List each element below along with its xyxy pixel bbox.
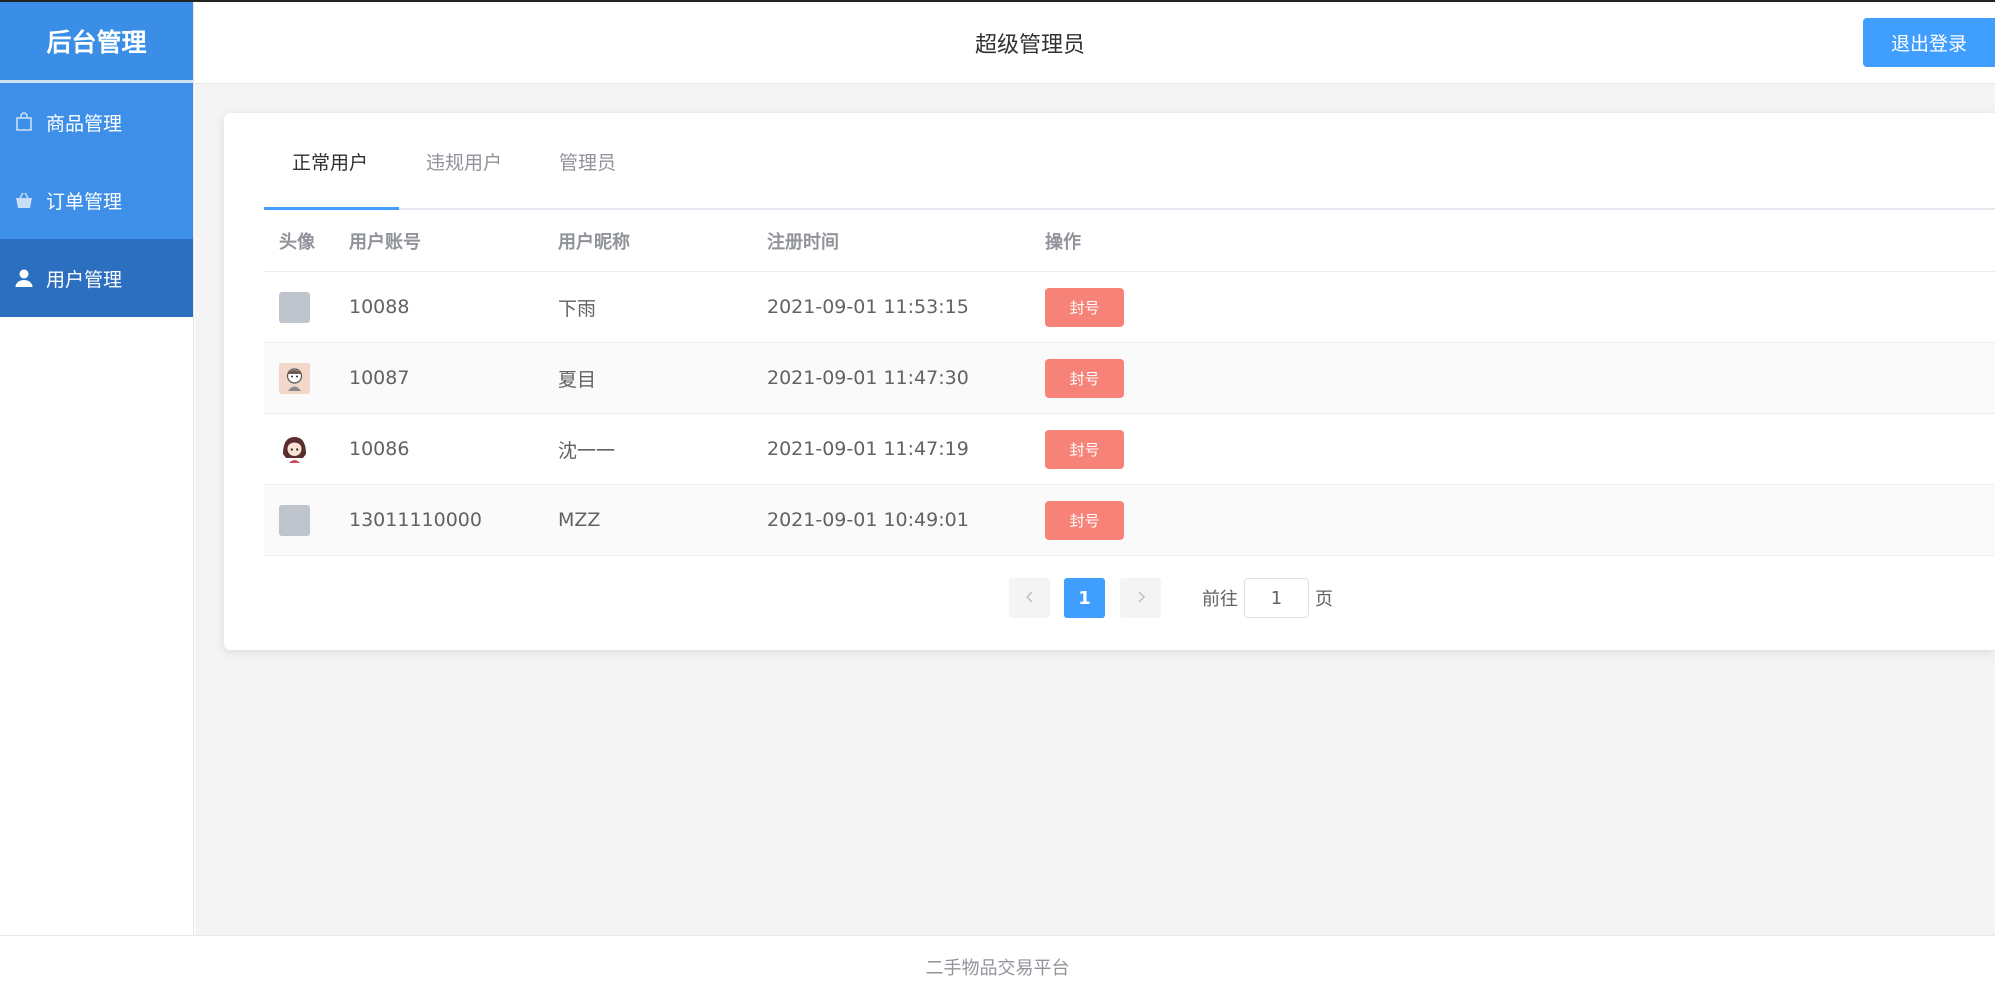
- user-table: 头像 用户账号 用户昵称 注册时间 操作 10088 下雨 2021-09-01…: [264, 210, 1995, 556]
- column-header: 头像: [279, 231, 315, 253]
- main-content: 正常用户 违规用户 管理员 头像 用户账号 用户昵称 注册时间 操作 10088…: [195, 84, 1995, 935]
- user-nickname: 下雨: [558, 297, 597, 320]
- pagination: 1 前往 页: [224, 578, 1995, 618]
- sidebar-item-label: 用户管理: [46, 268, 123, 291]
- user-account: 10088: [349, 296, 410, 318]
- page-title: 超级管理员: [974, 33, 1085, 58]
- sidebar-item-orders[interactable]: 订单管理: [0, 161, 193, 239]
- register-time: 2021-09-01 10:49:01: [767, 509, 969, 531]
- basket-icon: [13, 189, 35, 211]
- user-account: 10087: [349, 367, 410, 389]
- ban-button[interactable]: 封号: [1045, 429, 1124, 469]
- user-icon: [13, 267, 35, 289]
- register-time: 2021-09-01 11:47:19: [767, 438, 969, 460]
- user-nickname: 沈一一: [558, 439, 616, 462]
- tab-admins[interactable]: 管理员: [559, 113, 616, 210]
- ban-button[interactable]: 封号: [1045, 500, 1124, 540]
- user-account: 10086: [349, 438, 410, 460]
- column-header: 用户账号: [349, 231, 421, 253]
- tab-banned-users[interactable]: 违规用户: [426, 113, 502, 210]
- sidebar: 后台管理 商品管理 订单管理 用户管理: [0, 2, 194, 935]
- table-row: 10088 下雨 2021-09-01 11:53:15 封号: [264, 272, 1995, 343]
- ban-button[interactable]: 封号: [1045, 287, 1124, 327]
- table-header: 头像 用户账号 用户昵称 注册时间 操作: [264, 210, 1995, 272]
- sidebar-item-goods[interactable]: 商品管理: [0, 83, 193, 161]
- cartoon-avatar: [279, 362, 310, 394]
- register-time: 2021-09-01 11:53:15: [767, 296, 969, 318]
- user-nickname: 夏目: [558, 368, 597, 391]
- user-account: 13011110000: [349, 509, 482, 531]
- table-row: 13011110000 MZZ 2021-09-01 10:49:01 封号: [264, 485, 1995, 556]
- sidebar-item-label: 商品管理: [46, 112, 123, 135]
- goto-suffix-label: 页: [1315, 589, 1333, 610]
- default-avatar: [279, 504, 310, 536]
- column-header: 注册时间: [767, 231, 839, 253]
- footer-text: 二手物品交易平台: [925, 958, 1070, 979]
- shopping-bag-icon: [13, 111, 35, 133]
- user-card: 正常用户 违规用户 管理员 头像 用户账号 用户昵称 注册时间 操作 10088…: [224, 113, 1995, 650]
- header: 超级管理员 退出登录: [195, 2, 1995, 84]
- register-time: 2021-09-01 11:47:30: [767, 367, 969, 389]
- goto-prefix-label: 前往: [1202, 589, 1238, 610]
- table-row: 10086 沈一一 2021-09-01 11:47:19 封号: [264, 414, 1995, 485]
- next-page-button[interactable]: [1120, 578, 1161, 618]
- sidebar-item-users[interactable]: 用户管理: [0, 239, 193, 317]
- column-header: 操作: [1045, 231, 1081, 253]
- default-avatar: [279, 291, 310, 323]
- column-header: 用户昵称: [558, 231, 630, 253]
- logout-button[interactable]: 退出登录: [1863, 18, 1995, 67]
- tab-bar: 正常用户 违规用户 管理员: [264, 113, 1995, 210]
- tab-normal-users[interactable]: 正常用户: [292, 113, 368, 210]
- chevron-right-icon: [1135, 588, 1147, 609]
- chevron-left-icon: [1024, 588, 1036, 609]
- brand-title: 后台管理: [0, 2, 193, 83]
- prev-page-button[interactable]: [1009, 578, 1050, 618]
- ban-button[interactable]: 封号: [1045, 358, 1124, 398]
- girl-avatar: [279, 433, 310, 465]
- footer: 二手物品交易平台: [0, 935, 1995, 1001]
- page-number-button[interactable]: 1: [1064, 578, 1105, 618]
- table-row: 10087 夏目 2021-09-01 11:47:30 封号: [264, 343, 1995, 414]
- user-nickname: MZZ: [558, 509, 601, 531]
- sidebar-item-label: 订单管理: [46, 190, 123, 213]
- goto-page-input[interactable]: [1244, 578, 1309, 618]
